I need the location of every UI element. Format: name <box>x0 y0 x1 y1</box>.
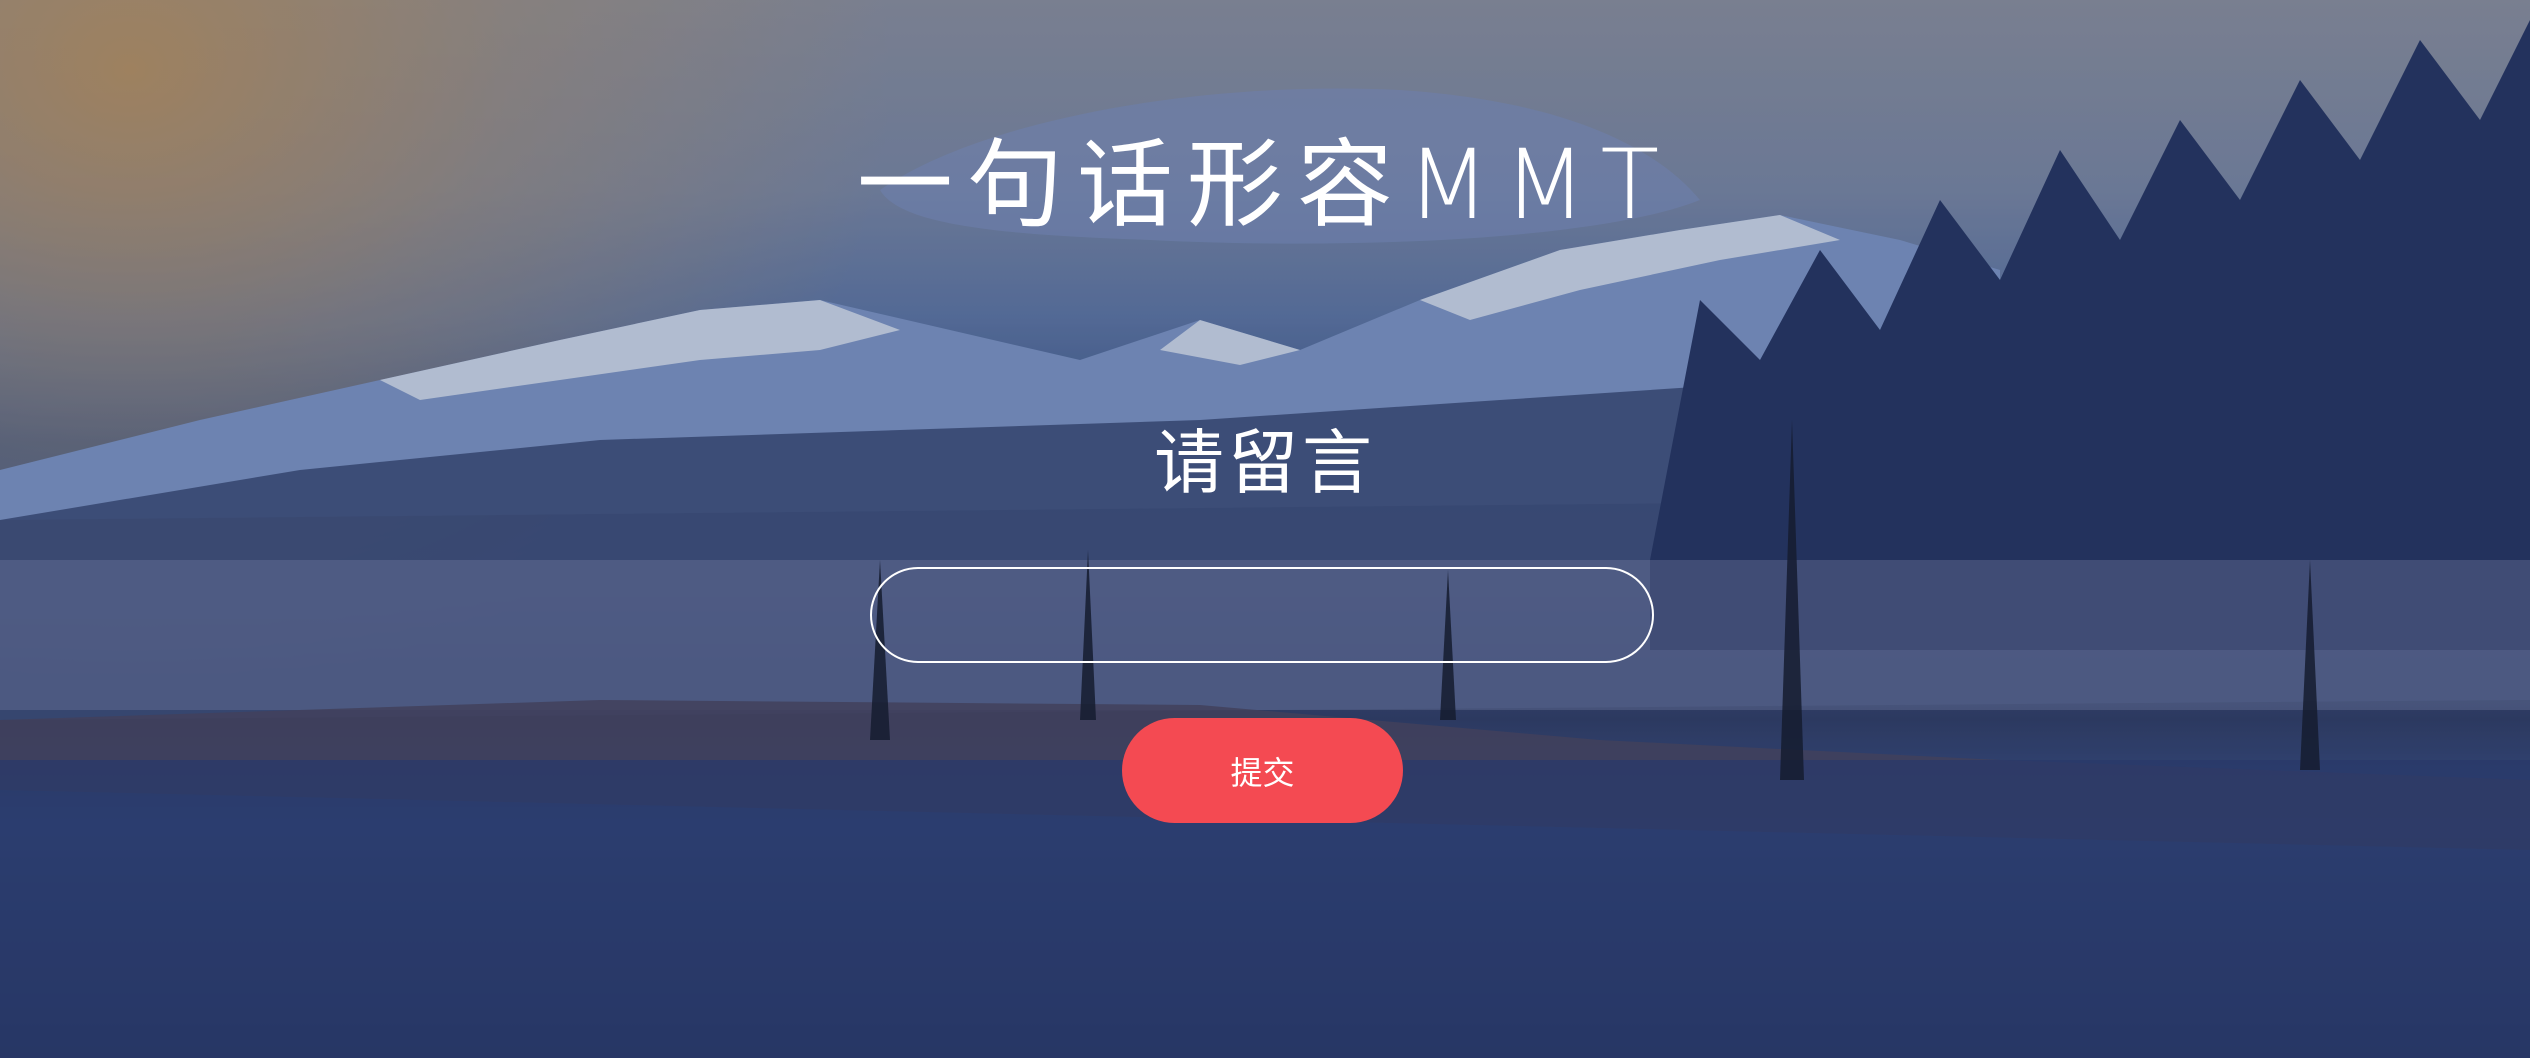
message-input[interactable] <box>870 567 1654 663</box>
message-prompt-label: 请留言 <box>1154 422 1376 504</box>
submit-button[interactable]: 提交 <box>1122 718 1403 823</box>
main-content: 一句话形容MMT 请留言 提交 <box>0 0 2530 1058</box>
page-title: 一句话形容MMT <box>856 129 1674 241</box>
